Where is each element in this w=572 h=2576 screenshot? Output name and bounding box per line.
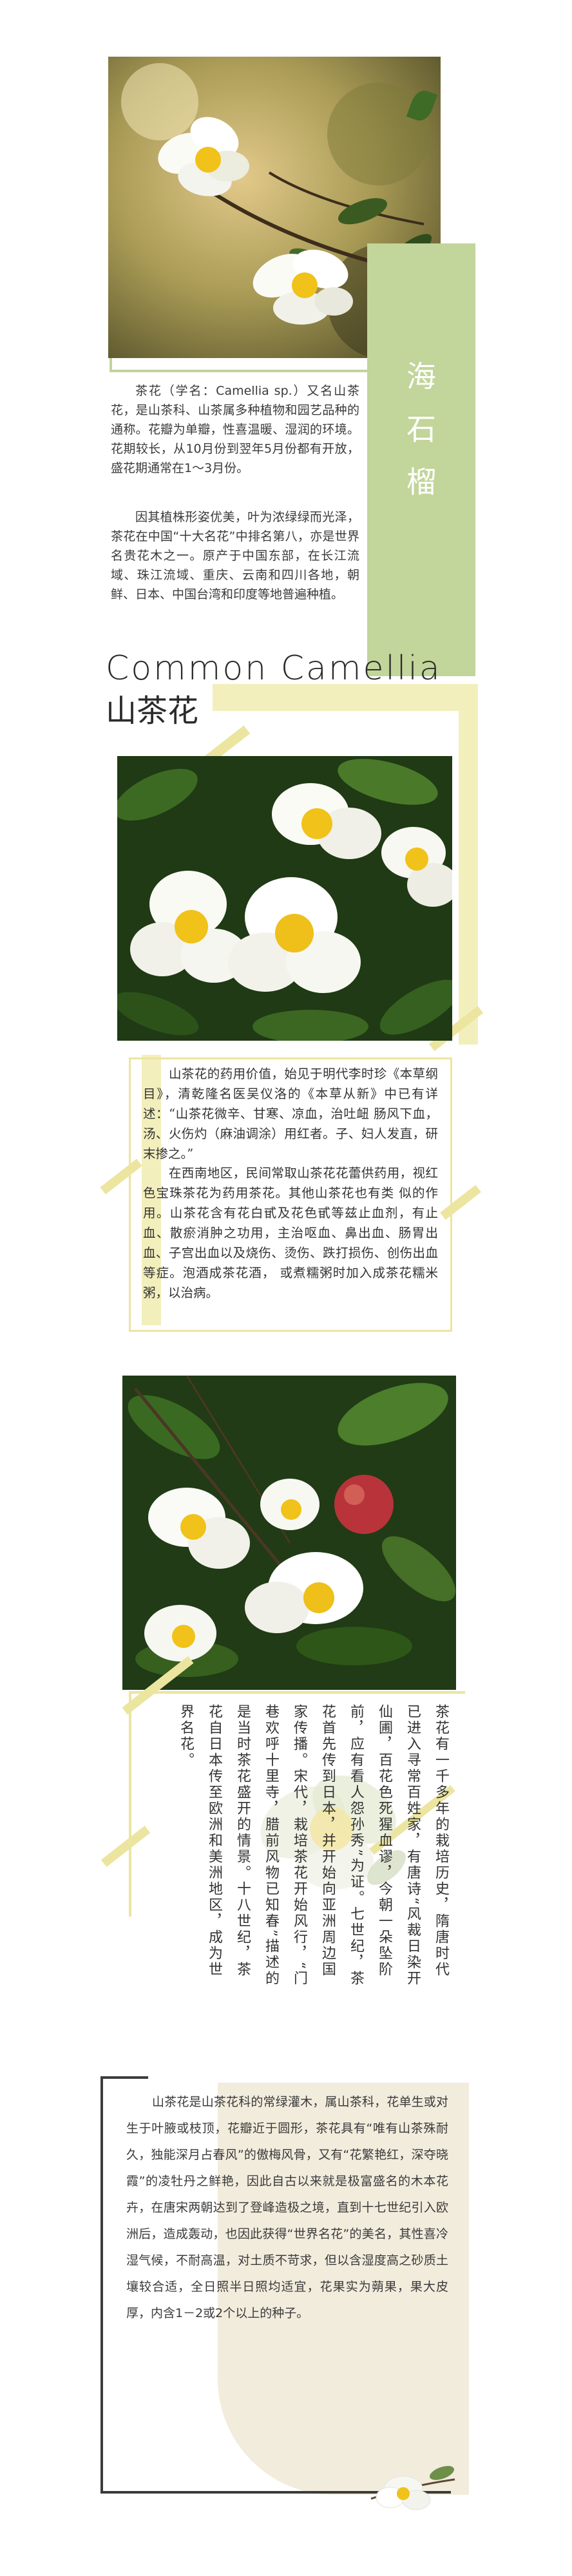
section4-paragraph: 山茶花是山茶花科的常绿灌木，属山茶科，花单生或对生于叶腋或枝顶，花瓣近于圆形，茶… (126, 2095, 448, 2320)
camellia-photo-3 (122, 1376, 456, 1690)
heading-chinese: 山茶花 (106, 693, 199, 729)
decor-yellow-band (213, 684, 478, 711)
section2-paragraph-1: 山茶花的药用价值，始见于明代李时珍《本草纲目》，清乾隆名医吴仪洛的《本草从新》中… (143, 1066, 438, 1161)
section2-paragraph-2: 在西南地区，民间常取山茶花花蕾供药用，视红色宝珠茶花为药用茶花。其他山茶花也有类… (143, 1166, 438, 1300)
section1-paragraph-1: 茶花（学名：Camellia sp.）又名山茶花，是山茶科、山茶属多种植物和园艺… (111, 384, 359, 475)
camellia-photo-2 (117, 756, 452, 1041)
heading-english: Common Camellia (106, 649, 442, 688)
vertical-title: 海石榴 (402, 361, 437, 519)
small-flower-icon (365, 2454, 461, 2518)
decor-yellow-bar-right (459, 710, 478, 1045)
section1-paragraph-2: 因其植株形姿优美，叶为浓绿绿而光泽，茶花在中国“十大名花”中排名第八，亦是世界名… (111, 510, 359, 601)
section3-vertical-text: 茶花有一千多年的栽培历史，隋唐时代已进入寻常百姓家，有唐诗“风裁日染开仙圃，百花… (178, 1704, 449, 1987)
text-frame-yellow-2 (129, 1691, 465, 1694)
frame-white-gap (148, 2072, 451, 2081)
